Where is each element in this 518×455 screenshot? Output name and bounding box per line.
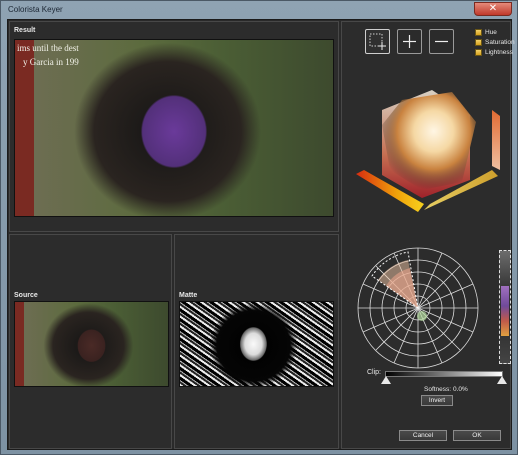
matte-panel: Matte [174, 234, 339, 449]
result-image: ims until the dest y Garcia in 199 [14, 39, 334, 217]
source-image [14, 301, 169, 387]
select-add-button[interactable] [365, 29, 390, 54]
invert-button[interactable]: Invert [421, 395, 453, 406]
lightness-checkbox[interactable] [475, 49, 482, 56]
result-panel: Result ims until the dest y Garcia in 19… [9, 21, 339, 232]
softness-label: Softness: [424, 386, 452, 393]
add-range-button[interactable] [397, 29, 422, 54]
subtract-range-button[interactable] [429, 29, 454, 54]
client-area: Result ims until the dest y Garcia in 19… [7, 19, 515, 450]
title-bar[interactable]: Colorista Keyer ✕ [1, 1, 517, 19]
close-icon: ✕ [488, 3, 498, 14]
clip-high-handle[interactable] [497, 376, 507, 384]
source-label: Source [14, 292, 38, 299]
hsl-cube-view[interactable] [352, 70, 504, 220]
cancel-button[interactable]: Cancel [399, 430, 447, 441]
clip-gradient-track[interactable] [385, 371, 503, 377]
lightness-check-row[interactable]: Lightness [475, 48, 513, 57]
sign-line-2: y Garcia in 199 [23, 57, 79, 67]
matte-image [179, 301, 334, 387]
saturation-checkbox[interactable] [475, 39, 482, 46]
luma-range-strip[interactable] [499, 250, 511, 364]
clip-label: Clip: [367, 369, 382, 376]
softness-value[interactable]: 0.0% [453, 386, 468, 393]
hue-check-row[interactable]: Hue [475, 28, 497, 37]
clip-low-handle[interactable] [381, 376, 391, 384]
keyer-window: Colorista Keyer ✕ Result ims until the d… [0, 0, 518, 455]
lightness-label: Lightness [485, 49, 513, 56]
hue-checkbox[interactable] [475, 29, 482, 36]
result-label: Result [14, 27, 36, 34]
ok-button[interactable]: OK [453, 430, 501, 441]
channel-checks: Hue Saturation Lightness [475, 28, 515, 58]
select-add-icon [369, 33, 386, 50]
source-panel: Source [9, 234, 172, 449]
close-button[interactable]: ✕ [474, 2, 512, 16]
window-title: Colorista Keyer [8, 5, 63, 14]
luma-histogram [501, 286, 509, 336]
sign-line-1: ims until the dest [17, 43, 79, 53]
saturation-check-row[interactable]: Saturation [475, 38, 515, 47]
plus-icon [403, 35, 416, 48]
matte-label: Matte [179, 292, 198, 299]
saturation-label: Saturation [485, 39, 515, 46]
hue-label: Hue [485, 29, 497, 36]
minus-icon [435, 40, 448, 43]
hue-wheel-view[interactable] [356, 246, 480, 370]
controls-panel: Hue Saturation Lightness Clip: Softness:… [341, 21, 515, 449]
